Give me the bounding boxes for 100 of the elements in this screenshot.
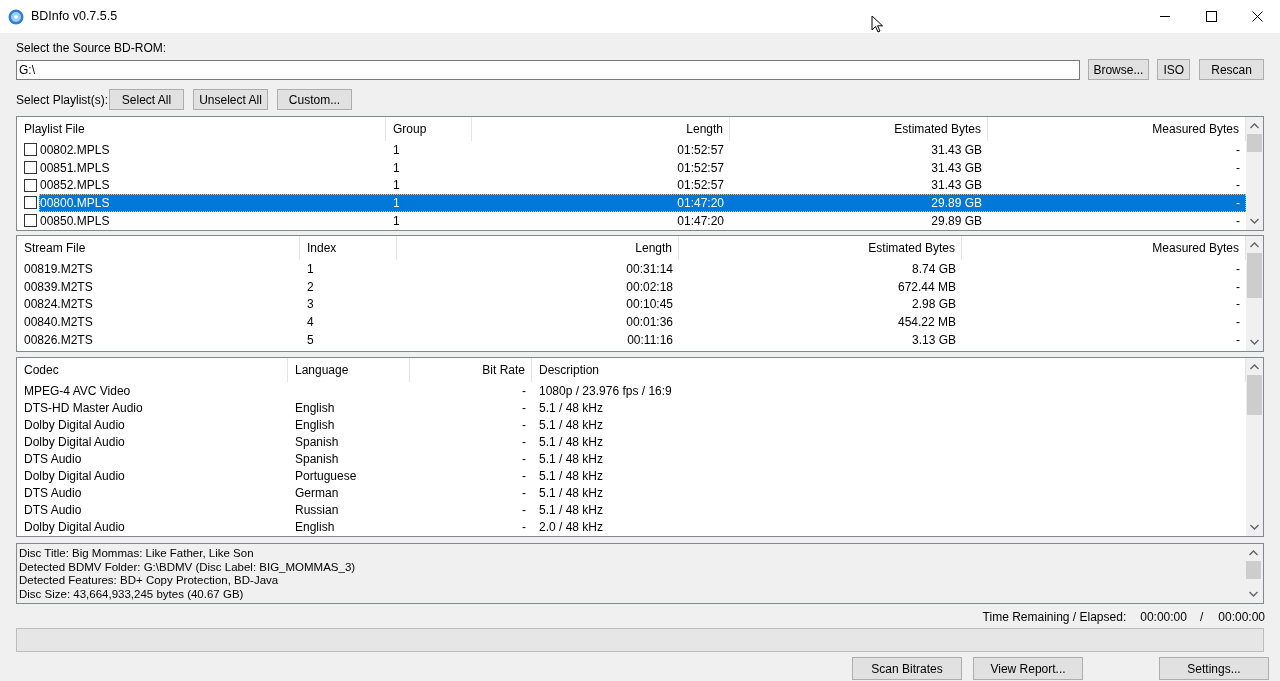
table-cell: English xyxy=(295,417,335,432)
table-cell: - xyxy=(1236,142,1240,157)
time-elapsed: 00:00:00 xyxy=(1218,609,1265,626)
view-report-button[interactable]: View Report... xyxy=(973,657,1083,680)
table-row[interactable]: 00852.MPLS 1 01:52:57 31.43 GB - xyxy=(39,176,1246,195)
table-cell: - xyxy=(522,451,526,466)
table-cell: - xyxy=(522,502,526,517)
table-cell: - xyxy=(1236,178,1240,193)
scroll-up-icon xyxy=(1250,364,1259,370)
checkbox[interactable] xyxy=(24,196,37,210)
table-cell: Spanish xyxy=(295,434,339,449)
table-row[interactable]: 00850.MPLS 1 01:47:20 29.89 GB - xyxy=(39,211,1246,230)
table-cell: 5.1 / 48 kHz xyxy=(539,485,604,500)
table-cell: 2.0 / 48 kHz xyxy=(539,519,604,534)
table-cell: English xyxy=(295,400,335,415)
table-cell: - xyxy=(522,400,526,415)
scroll-up-icon xyxy=(1250,242,1259,248)
table-cell: 00:31:14 xyxy=(626,261,673,276)
table-cell: - xyxy=(522,468,526,483)
scroll-up-icon xyxy=(1250,123,1259,129)
maximize-icon xyxy=(1205,11,1217,22)
table-cell: 1 xyxy=(393,142,400,157)
table-cell: - xyxy=(522,434,526,449)
disc-info-line: Detected Features: BD+ Copy Protection, BD-Java xyxy=(19,574,280,589)
select-all-button[interactable]: Select All xyxy=(109,89,184,110)
table-cell: - xyxy=(1236,261,1240,276)
scroll-thumb[interactable] xyxy=(1247,253,1262,298)
table-cell: 1 xyxy=(393,178,400,193)
time-separator: / xyxy=(1199,609,1204,626)
table-cell: 5 xyxy=(307,332,314,347)
table-cell: - xyxy=(1236,332,1240,347)
table-cell: 29.89 GB xyxy=(931,195,982,210)
checkbox[interactable] xyxy=(24,161,37,175)
table-cell: MPEG-4 AVC Video xyxy=(24,383,131,398)
scan-bitrates-button[interactable]: Scan Bitrates xyxy=(852,657,962,680)
source-path-field[interactable]: G:\ xyxy=(16,59,1080,80)
settings-button[interactable]: Settings... xyxy=(1159,657,1269,680)
window-title: BDInfo v0.7.5.5 xyxy=(31,8,118,26)
table-cell: 29.89 GB xyxy=(931,213,982,228)
custom-button[interactable]: Custom... xyxy=(277,89,352,110)
close-icon xyxy=(1251,11,1263,22)
table-row[interactable]: 00851.MPLS 1 01:52:57 31.43 GB - xyxy=(39,158,1246,177)
column-header[interactable]: Length xyxy=(397,236,679,260)
scroll-up-icon xyxy=(1249,550,1258,556)
unselect-all-button[interactable]: Unselect All xyxy=(193,89,268,110)
scroll-thumb[interactable] xyxy=(1247,134,1262,152)
checkbox[interactable] xyxy=(24,143,37,157)
rescan-button[interactable]: Rescan xyxy=(1199,59,1264,80)
table-cell: 31.43 GB xyxy=(931,178,982,193)
column-header[interactable]: Bit Rate xyxy=(410,358,532,382)
scrollbar[interactable] xyxy=(1246,236,1263,351)
column-header[interactable]: Stream File xyxy=(17,236,300,260)
scroll-thumb[interactable] xyxy=(1247,375,1262,415)
column-header[interactable]: Playlist File xyxy=(17,117,386,141)
table-cell: 01:47:20 xyxy=(677,195,724,210)
scrollbar[interactable] xyxy=(1246,117,1263,230)
browse-button[interactable]: Browse... xyxy=(1087,59,1150,80)
iso-button[interactable]: ISO xyxy=(1157,59,1191,80)
table-cell: 31.43 GB xyxy=(931,160,982,175)
scroll-thumb[interactable] xyxy=(1246,561,1261,579)
table-cell: Dolby Digital Audio xyxy=(24,417,125,432)
table-cell: Dolby Digital Audio xyxy=(24,468,125,483)
table-cell: German xyxy=(295,485,339,500)
table-cell: DTS Audio xyxy=(24,502,82,517)
table-cell: 3 xyxy=(307,297,314,312)
table-cell: 8.74 GB xyxy=(911,261,956,276)
column-header[interactable]: Estimated Bytes xyxy=(730,117,988,141)
column-header[interactable]: Language xyxy=(288,358,410,382)
table-cell: 1 xyxy=(393,195,400,210)
table-row[interactable]: 00802.MPLS 1 01:52:57 31.43 GB - xyxy=(39,141,1246,159)
table-cell: Spanish xyxy=(295,451,339,466)
table-cell: DTS Audio xyxy=(24,451,82,466)
scrollbar[interactable] xyxy=(1246,358,1263,536)
table-cell: 00850.MPLS xyxy=(40,213,110,228)
table-cell: - xyxy=(522,485,526,500)
table-cell: - xyxy=(1236,160,1240,175)
table-row[interactable]: 00800.MPLS 1 01:47:20 29.89 GB - xyxy=(39,194,1246,212)
disc-icon xyxy=(8,8,24,25)
column-header[interactable]: Group xyxy=(386,117,472,141)
column-header[interactable]: Index xyxy=(300,236,397,260)
table-cell: 2.98 GB xyxy=(911,297,956,312)
column-header[interactable]: Length xyxy=(472,117,730,141)
column-header[interactable]: Codec xyxy=(17,358,288,382)
table-cell: Dolby Digital Audio xyxy=(24,434,125,449)
checkbox[interactable] xyxy=(24,178,37,192)
scroll-down-icon xyxy=(1250,524,1259,530)
table-cell: 00826.M2TS xyxy=(24,332,93,347)
table-cell: English xyxy=(295,519,335,534)
table-cell: 5.1 / 48 kHz xyxy=(539,417,604,432)
table-cell: 31.43 GB xyxy=(931,142,982,157)
table-cell: - xyxy=(522,383,526,398)
table-cell: 5.1 / 48 kHz xyxy=(539,434,604,449)
checkbox[interactable] xyxy=(24,214,37,228)
time-remaining: 00:00:00 xyxy=(1140,609,1187,626)
table-cell: Portuguese xyxy=(295,468,357,483)
table-cell: - xyxy=(1236,213,1240,228)
table-cell: 00802.MPLS xyxy=(40,142,110,157)
table-cell: 00852.MPLS xyxy=(40,178,110,193)
table-cell: DTS-HD Master Audio xyxy=(24,400,143,415)
column-header[interactable]: Estimated Bytes xyxy=(679,236,962,260)
